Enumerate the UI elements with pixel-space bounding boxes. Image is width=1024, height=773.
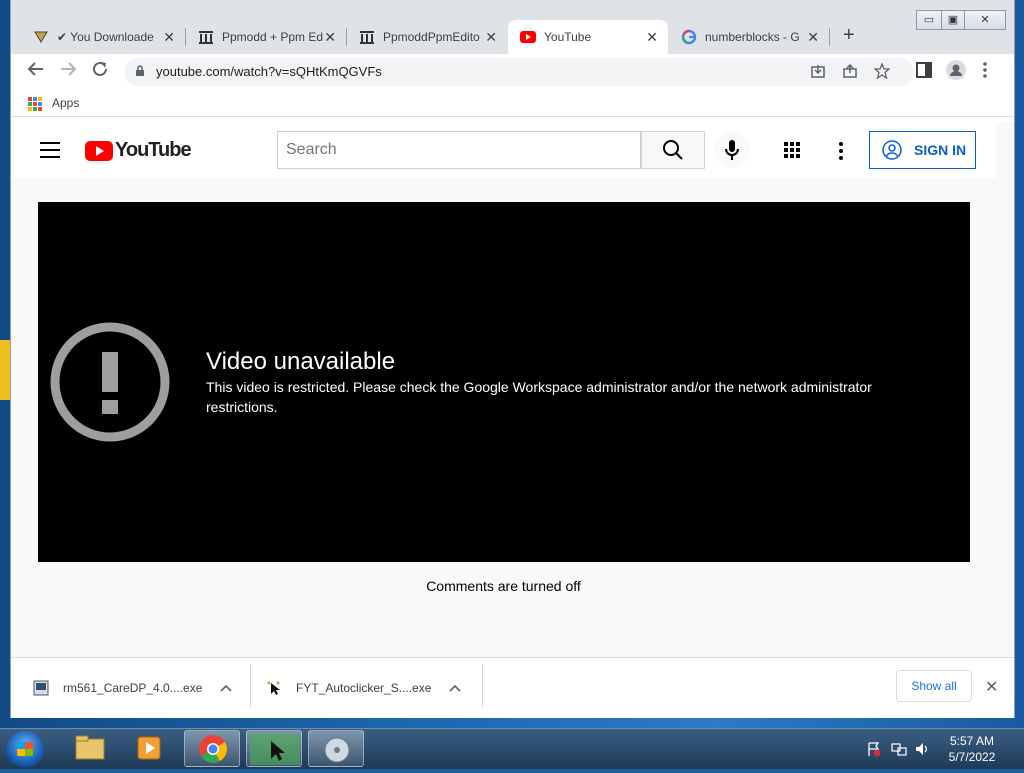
close-downloads-icon[interactable]: ✕	[985, 677, 998, 697]
tab-title: ✔ You Downloade	[57, 30, 154, 44]
minimize-button[interactable]: ▭	[916, 10, 942, 30]
sign-in-button[interactable]: SIGN IN	[869, 131, 976, 169]
tab-ppmoddppmeditor[interactable]: PpmoddPpmEdito ✕	[347, 20, 507, 54]
side-panel-icon[interactable]	[916, 62, 932, 83]
tab-title: Ppmodd + Ppm Ed	[222, 30, 324, 44]
close-tab-icon[interactable]: ✕	[163, 29, 175, 46]
volume-icon[interactable]	[914, 741, 930, 760]
disc-icon	[324, 737, 350, 763]
video-player[interactable]: Video unavailable This video is restrict…	[38, 202, 970, 562]
youtube-logo[interactable]: YouTube	[85, 139, 192, 162]
address-bar[interactable]: youtube.com/watch?v=sQHtKmQGVFs	[124, 58, 914, 86]
hamburger-menu-icon[interactable]	[40, 142, 60, 158]
download-separator	[482, 664, 483, 708]
bookmarks-bar: Apps	[11, 90, 1014, 117]
download-filename: FYT_Autoclicker_S....exe	[296, 681, 432, 695]
bookmark-star-icon[interactable]	[873, 62, 891, 82]
share-icon[interactable]	[842, 63, 858, 82]
maximize-button[interactable]: ▣	[941, 10, 965, 30]
system-clock[interactable]: 5:57 AM 5/7/2022	[940, 733, 1004, 765]
close-window-button[interactable]: ✕	[964, 10, 1006, 30]
windows-taskbar: 5:57 AM 5/7/2022	[0, 728, 1024, 769]
taskbar-disc-app[interactable]	[308, 730, 364, 767]
browser-menu-icon[interactable]	[983, 62, 987, 83]
search-box	[277, 131, 641, 169]
apps-link[interactable]: Apps	[52, 96, 79, 110]
close-tab-icon[interactable]: ✕	[807, 29, 819, 46]
tab-strip: ✔ You Downloade ✕ Ppmodd + Ppm Ed ✕ Ppmo…	[11, 0, 1014, 54]
museum-icon	[359, 29, 375, 45]
forward-arrow-icon[interactable]	[59, 60, 77, 83]
taskbar-chrome[interactable]	[184, 730, 240, 767]
url-text: youtube.com/watch?v=sQHtKmQGVFs	[156, 64, 382, 79]
download-check-icon	[33, 29, 49, 45]
sign-in-label: SIGN IN	[914, 142, 967, 158]
youtube-icon	[520, 29, 536, 45]
clock-time: 5:57 AM	[949, 734, 995, 748]
show-all-downloads-button[interactable]: Show all	[896, 670, 972, 702]
video-restricted-message: This video is restricted. Please check t…	[206, 379, 872, 415]
chevron-up-icon[interactable]	[449, 681, 461, 695]
close-tab-icon[interactable]: ✕	[324, 29, 336, 46]
google-icon	[681, 29, 697, 45]
warning-icon	[50, 322, 170, 442]
search-button[interactable]	[641, 131, 705, 169]
downloads-bar: rm561_CareDP_4.0....exe FYT_Autoclicker_…	[11, 657, 1014, 718]
tab-title: PpmoddPpmEdito	[383, 30, 480, 44]
taskbar-explorer[interactable]	[62, 730, 118, 767]
install-app-icon[interactable]	[810, 63, 826, 82]
chrome-icon	[199, 735, 227, 763]
search-input[interactable]	[284, 132, 628, 168]
lock-icon	[135, 64, 145, 80]
new-tab-button[interactable]: +	[843, 24, 855, 47]
chevron-up-icon[interactable]	[220, 681, 232, 695]
youtube-logo-text: YouTube	[115, 139, 192, 161]
voice-search-button[interactable]	[714, 132, 750, 168]
settings-menu-icon[interactable]	[839, 142, 843, 163]
back-arrow-icon[interactable]	[27, 60, 45, 83]
profile-avatar-icon[interactable]	[946, 60, 966, 85]
youtube-page: YouTube SIGN IN	[11, 122, 1014, 657]
video-unavailable-title: Video unavailable	[206, 348, 396, 375]
autoclicker-icon	[250, 734, 300, 765]
action-center-flag-icon[interactable]	[866, 741, 882, 760]
autoclicker-file-icon	[267, 681, 280, 695]
media-player-icon	[137, 736, 161, 760]
reload-icon[interactable]	[91, 60, 109, 83]
taskbar-autoclicker[interactable]	[246, 730, 302, 767]
tab-title: numberblocks - G	[705, 30, 800, 44]
youtube-play-icon	[85, 140, 113, 161]
download-filename: rm561_CareDP_4.0....exe	[63, 681, 203, 695]
museum-icon	[198, 29, 214, 45]
installer-file-icon	[33, 680, 49, 696]
comments-status: Comments are turned off	[426, 578, 581, 594]
taskbar-media-player[interactable]	[122, 730, 178, 767]
download-separator	[250, 664, 251, 708]
tab-you-downloaded[interactable]: ✔ You Downloade ✕	[21, 20, 185, 54]
account-circle-icon	[882, 140, 902, 160]
microphone-icon	[725, 140, 739, 160]
youtube-apps-icon[interactable]	[784, 142, 800, 158]
tab-numberblocks[interactable]: numberblocks - G ✕	[669, 20, 829, 54]
network-icon[interactable]	[891, 741, 907, 760]
apps-grid-icon[interactable]	[28, 97, 42, 111]
close-tab-icon[interactable]: ✕	[646, 29, 658, 46]
clock-date: 5/7/2022	[948, 750, 996, 764]
browser-toolbar: youtube.com/watch?v=sQHtKmQGVFs	[11, 54, 1014, 90]
youtube-header: YouTube SIGN IN	[11, 122, 996, 178]
tab-separator	[829, 28, 830, 46]
tab-ppmodd-ppm-ed[interactable]: Ppmodd + Ppm Ed ✕	[186, 20, 346, 54]
search-icon	[663, 140, 683, 160]
chrome-window: ✔ You Downloade ✕ Ppmodd + Ppm Ed ✕ Ppmo…	[11, 0, 1014, 718]
folder-icon	[75, 735, 105, 760]
tab-title: YouTube	[544, 30, 592, 44]
close-tab-icon[interactable]: ✕	[485, 29, 497, 46]
download-item[interactable]: FYT_Autoclicker_S....exe	[266, 658, 461, 718]
tab-youtube[interactable]: YouTube ✕	[508, 20, 668, 54]
start-button[interactable]	[6, 731, 44, 767]
download-item[interactable]: rm561_CareDP_4.0....exe	[33, 658, 232, 718]
